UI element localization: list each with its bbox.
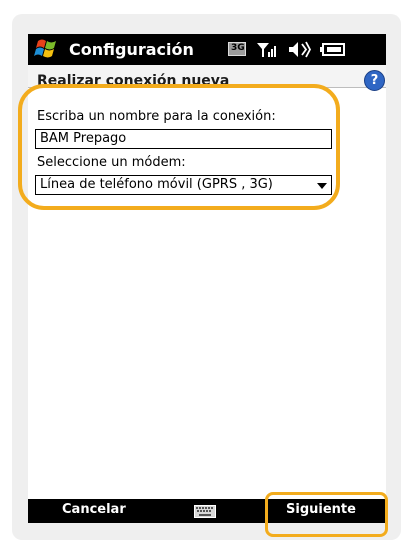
battery-icon[interactable] bbox=[318, 34, 348, 65]
volume-icon[interactable] bbox=[287, 34, 311, 65]
network-3g-icon: 3G bbox=[228, 34, 248, 65]
window-title: Configuración bbox=[69, 40, 194, 59]
keyboard-icon[interactable] bbox=[194, 505, 216, 518]
help-icon[interactable]: ? bbox=[364, 70, 385, 91]
windows-start-icon[interactable] bbox=[32, 37, 62, 62]
signal-strength-icon[interactable] bbox=[256, 34, 280, 65]
cancel-button[interactable]: Cancelar bbox=[62, 502, 126, 517]
title-bar: Configuración 3G bbox=[28, 34, 386, 65]
network-3g-label: 3G bbox=[231, 43, 245, 53]
next-button-highlight-outline bbox=[265, 492, 388, 537]
form-highlight-outline bbox=[18, 84, 340, 210]
